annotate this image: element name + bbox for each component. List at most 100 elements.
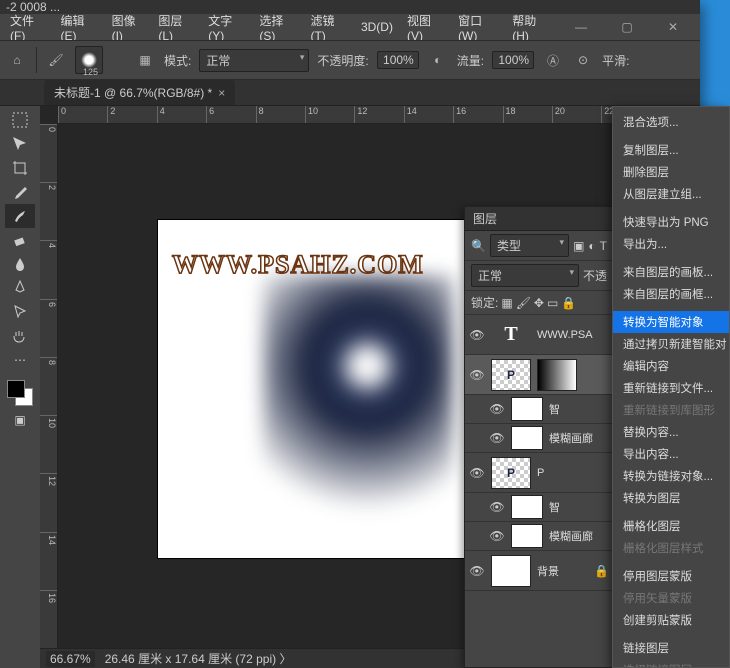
- color-swatches[interactable]: [5, 378, 35, 408]
- layers-blend-row: 正常 不透: [465, 261, 613, 291]
- lock-all-icon[interactable]: 🔒: [561, 296, 576, 310]
- brush-panel-icon[interactable]: ▦: [134, 49, 156, 71]
- context-menu-item[interactable]: 来自图层的画板...: [613, 261, 729, 283]
- mode-select[interactable]: 正常: [199, 49, 309, 72]
- maximize-button[interactable]: ▢: [604, 16, 650, 38]
- zoom-field[interactable]: 66.67%: [46, 651, 95, 667]
- brush-tool[interactable]: [5, 204, 35, 228]
- path-select-tool[interactable]: [5, 300, 35, 324]
- context-menu-item[interactable]: 重新链接到文件...: [613, 377, 729, 399]
- filter-thumb: [511, 495, 543, 519]
- separator: [36, 47, 37, 73]
- context-menu-item[interactable]: 复制图层...: [613, 139, 729, 161]
- filter-txt-icon[interactable]: T: [600, 239, 607, 253]
- layer-row[interactable]: 👁TWWW.PSA: [465, 315, 613, 355]
- layer-row[interactable]: 👁PP: [465, 453, 613, 493]
- context-menu-item[interactable]: 从图层建立组...: [613, 183, 729, 205]
- context-menu-item[interactable]: 导出内容...: [613, 443, 729, 465]
- context-menu-item[interactable]: 创建剪贴蒙版: [613, 609, 729, 631]
- doc-tab[interactable]: 未标题-1 @ 66.7%(RGB/8#) * ×: [44, 80, 235, 105]
- hand-tool[interactable]: [5, 324, 35, 348]
- eyedropper-tool[interactable]: [5, 180, 35, 204]
- context-menu-item[interactable]: 转换为图层: [613, 487, 729, 509]
- context-menu-item[interactable]: 导出为...: [613, 233, 729, 255]
- ruler-tick: 10: [305, 106, 354, 123]
- visibility-icon[interactable]: 👁: [469, 328, 485, 342]
- pressure-size-icon[interactable]: ⊙: [572, 49, 594, 71]
- context-menu-item[interactable]: 栅格化图层: [613, 515, 729, 537]
- doc-tab-label: 未标题-1 @ 66.7%(RGB/8#) *: [54, 84, 212, 101]
- home-icon[interactable]: ⌂: [6, 49, 28, 71]
- quickmask-tool[interactable]: ▣: [5, 408, 35, 432]
- ruler-tick: 8: [40, 357, 57, 415]
- doc-dims: 26.46 厘米 x 17.64 厘米 (72 ppi) 〉: [105, 650, 292, 667]
- airbrush-icon[interactable]: Ⓐ: [542, 49, 564, 71]
- lock-icon[interactable]: 🔒: [594, 564, 609, 578]
- context-menu-item[interactable]: 来自图层的画框...: [613, 283, 729, 305]
- visibility-icon[interactable]: 👁: [469, 368, 485, 382]
- ruler-tick: 2: [40, 182, 57, 240]
- layers-tab[interactable]: 图层: [465, 207, 613, 231]
- visibility-icon[interactable]: 👁: [489, 529, 505, 543]
- context-menu-item[interactable]: 停用图层蒙版: [613, 565, 729, 587]
- layer-opacity-label: 不透: [583, 267, 607, 284]
- context-menu-item[interactable]: 转换为智能对象: [613, 311, 729, 333]
- layer-row[interactable]: 👁背景🔒: [465, 551, 613, 591]
- menu-3d[interactable]: 3D(D): [355, 17, 399, 37]
- close-button[interactable]: ✕: [650, 16, 696, 38]
- more-tools[interactable]: ⋯: [5, 348, 35, 372]
- filter-thumb: [511, 426, 543, 450]
- visibility-icon[interactable]: 👁: [469, 466, 485, 480]
- context-menu-item[interactable]: 快速导出为 PNG: [613, 211, 729, 233]
- search-icon[interactable]: 🔍: [471, 239, 486, 253]
- tab-close-icon[interactable]: ×: [218, 86, 225, 100]
- layer-row[interactable]: 👁模糊画廊: [465, 522, 613, 551]
- crop-tool[interactable]: [5, 156, 35, 180]
- marquee-tool[interactable]: [5, 108, 35, 132]
- context-menu-item[interactable]: 编辑内容: [613, 355, 729, 377]
- opacity-field[interactable]: 100%: [377, 51, 419, 69]
- layers-lock-row: 锁定: ▦ 🖌 ✥ ▭ 🔒: [465, 291, 613, 315]
- visibility-icon[interactable]: 👁: [469, 564, 485, 578]
- context-menu-item[interactable]: 链接图层: [613, 637, 729, 659]
- minimize-button[interactable]: —: [558, 16, 604, 38]
- layers-panel: 图层 🔍 类型 ▣ ◐ T 正常 不透 锁定: ▦ 🖌 ✥ ▭ 🔒 👁TWWW.…: [464, 206, 614, 668]
- lock-artboard-icon[interactable]: ▭: [547, 296, 558, 310]
- move-tool[interactable]: [5, 132, 35, 156]
- filter-adj-icon[interactable]: ◐: [588, 239, 595, 253]
- brush-preset-icon[interactable]: 🖌: [45, 49, 67, 71]
- canvas[interactable]: WWW.PSAHZ.COM: [158, 220, 496, 558]
- pressure-opacity-icon[interactable]: ◐: [427, 49, 449, 71]
- layer-row[interactable]: 👁智: [465, 395, 613, 424]
- context-menu-item[interactable]: 转换为链接对象...: [613, 465, 729, 487]
- context-menu-item[interactable]: 通过拷贝新建智能对: [613, 333, 729, 355]
- context-menu-item[interactable]: 混合选项...: [613, 111, 729, 133]
- filter-img-icon[interactable]: ▣: [573, 239, 584, 253]
- doc-tabbar: 未标题-1 @ 66.7%(RGB/8#) * ×: [0, 80, 700, 106]
- menubar: 文件(F) 编辑(E) 图像(I) 图层(L) 文字(Y) 选择(S) 滤镜(T…: [0, 14, 700, 40]
- blend-mode-select[interactable]: 正常: [471, 264, 579, 287]
- flow-field[interactable]: 100%: [492, 51, 534, 69]
- lock-pos-icon[interactable]: ✥: [534, 296, 544, 310]
- context-menu-item[interactable]: 替换内容...: [613, 421, 729, 443]
- visibility-icon[interactable]: 👁: [489, 500, 505, 514]
- layers-filter-select[interactable]: 类型: [490, 234, 569, 257]
- context-menu-item[interactable]: 删除图层: [613, 161, 729, 183]
- toolbox: ⋯ ▣: [0, 106, 40, 668]
- context-menu-item: 重新链接到库图形: [613, 399, 729, 421]
- context-menu-item: 停用矢量蒙版: [613, 587, 729, 609]
- blur-tool[interactable]: [5, 252, 35, 276]
- layer-row[interactable]: 👁智: [465, 493, 613, 522]
- fg-swatch[interactable]: [7, 380, 25, 398]
- lock-pixels-icon[interactable]: ▦: [501, 296, 512, 310]
- lock-paint-icon[interactable]: 🖌: [516, 296, 531, 310]
- ruler-tick: 14: [404, 106, 453, 123]
- layer-row[interactable]: 👁P: [465, 355, 613, 395]
- layers-filter-row: 🔍 类型 ▣ ◐ T: [465, 231, 613, 261]
- visibility-icon[interactable]: 👁: [489, 402, 505, 416]
- layer-row[interactable]: 👁模糊画廊: [465, 424, 613, 453]
- layer-thumb: P: [491, 457, 531, 489]
- pen-tool[interactable]: [5, 276, 35, 300]
- eraser-tool[interactable]: [5, 228, 35, 252]
- visibility-icon[interactable]: 👁: [489, 431, 505, 445]
